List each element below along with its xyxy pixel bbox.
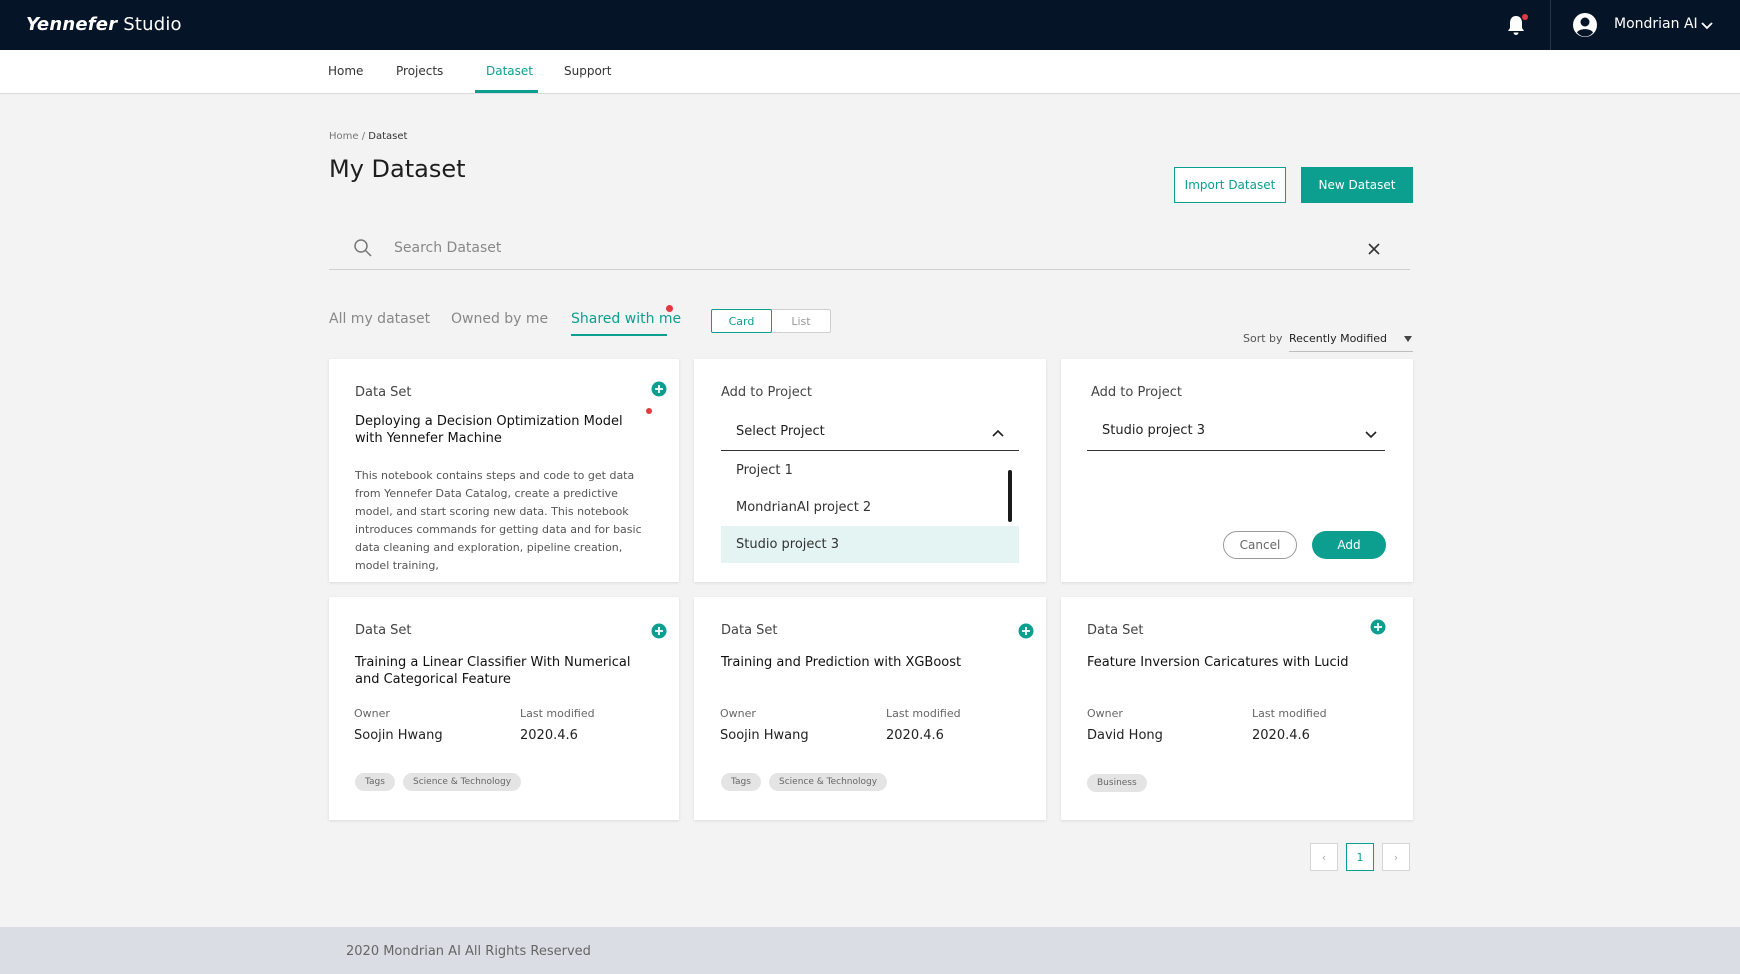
nav-projects[interactable]: Projects (396, 64, 443, 78)
owner-label: Owner (354, 707, 390, 720)
filter-active-indicator (571, 334, 667, 336)
project-options-list: Project 1 MondrianAI project 2 Studio pr… (721, 452, 1019, 564)
add-to-project-heading: Add to Project (1091, 385, 1182, 400)
card-type: Data Set (721, 623, 778, 638)
nav-active-indicator (475, 90, 538, 93)
project-option-selected[interactable]: Studio project 3 (721, 526, 1019, 563)
project-option[interactable]: Project 1 (721, 452, 1019, 489)
topbar-divider (1550, 0, 1551, 50)
owner-value: Soojin Hwang (720, 728, 809, 743)
card-title[interactable]: Training and Prediction with XGBoost (721, 654, 1021, 671)
search-input[interactable] (394, 236, 1294, 260)
prev-page-button[interactable]: ‹ (1310, 843, 1338, 871)
last-modified-value: 2020.4.6 (1252, 728, 1310, 743)
owner-label: Owner (1087, 707, 1123, 720)
app-logo[interactable]: Yennefer Studio (26, 14, 182, 35)
footer: 2020 Mondrian AI All Rights Reserved (0, 927, 1740, 974)
view-list-button[interactable]: List (772, 310, 830, 332)
owner-value: David Hong (1087, 728, 1163, 743)
notification-dot (1522, 14, 1528, 20)
top-bar: Yennefer Studio Mondrian AI (0, 0, 1740, 50)
plus-circle-icon[interactable] (1018, 623, 1034, 639)
project-select-value: Select Project (736, 424, 825, 439)
tag-chip[interactable]: Science & Technology (403, 773, 522, 791)
footer-copyright: 2020 Mondrian AI All Rights Reserved (346, 944, 591, 959)
breadcrumb-current: Dataset (368, 131, 408, 142)
last-modified-label: Last modified (1252, 707, 1327, 720)
chevron-down-icon[interactable] (1700, 18, 1714, 32)
last-modified-value: 2020.4.6 (520, 728, 578, 743)
tag-chip[interactable]: Tags (355, 773, 395, 791)
tag-chip[interactable]: Science & Technology (769, 773, 888, 791)
sort-select[interactable]: Recently Modified (1289, 328, 1413, 352)
options-scrollbar[interactable] (1008, 470, 1012, 522)
import-dataset-button[interactable]: Import Dataset (1174, 167, 1286, 203)
card-title[interactable]: Deploying a Decision Optimization Model … (355, 413, 651, 447)
dataset-card[interactable]: Data Set Feature Inversion Caricatures w… (1061, 597, 1413, 820)
breadcrumb-home[interactable]: Home (329, 131, 359, 142)
project-select[interactable]: Studio project 3 (1087, 415, 1385, 451)
chevron-down-icon (1365, 431, 1377, 439)
breadcrumb: Home / Dataset (329, 131, 407, 142)
card-title[interactable]: Training a Linear Classifier With Numeri… (355, 654, 655, 688)
add-to-project-card: Add to Project Studio project 3 Cancel A… (1061, 359, 1413, 582)
tag-chip[interactable]: Tags (721, 773, 761, 791)
sort-value: Recently Modified (1289, 332, 1388, 345)
page-1-button[interactable]: 1 (1346, 843, 1374, 871)
card-type: Data Set (1087, 623, 1144, 638)
plus-circle-icon[interactable] (651, 623, 667, 639)
filter-all-my-dataset[interactable]: All my dataset (329, 311, 430, 327)
new-dataset-button[interactable]: New Dataset (1301, 167, 1413, 203)
breadcrumb-separator: / (358, 131, 369, 142)
add-to-project-card: Add to Project Select Project Project 1 … (694, 359, 1046, 582)
last-modified-label: Last modified (886, 707, 961, 720)
nav-home[interactable]: Home (328, 64, 363, 78)
project-option[interactable]: MondrianAI project 2 (721, 489, 1019, 526)
nav-dataset[interactable]: Dataset (486, 64, 533, 78)
logo-text: Studio (123, 14, 182, 35)
nav-support[interactable]: Support (564, 64, 611, 78)
logo-script: Yennefer (26, 14, 118, 35)
view-card-button[interactable]: Card (711, 309, 772, 333)
dataset-card[interactable]: Data Set Training a Linear Classifier Wi… (329, 597, 679, 820)
project-select[interactable]: Select Project (721, 415, 1019, 451)
last-modified-label: Last modified (520, 707, 595, 720)
card-type: Data Set (355, 623, 412, 638)
next-page-button[interactable]: › (1382, 843, 1410, 871)
filter-owned-by-me[interactable]: Owned by me (451, 311, 548, 327)
caret-down-icon (1404, 336, 1412, 342)
card-title[interactable]: Feature Inversion Caricatures with Lucid (1087, 654, 1387, 671)
notification-dot (666, 305, 673, 312)
last-modified-value: 2020.4.6 (886, 728, 944, 743)
card-description: This notebook contains steps and code to… (355, 469, 642, 572)
dataset-card[interactable]: Data Set Deploying a Decision Optimizati… (329, 359, 679, 582)
chevron-up-icon (992, 429, 1004, 437)
cancel-button[interactable]: Cancel (1223, 531, 1297, 559)
owner-label: Owner (720, 707, 756, 720)
plus-circle-icon[interactable] (1370, 619, 1386, 635)
add-to-project-heading: Add to Project (721, 385, 812, 400)
notification-dot (646, 408, 652, 414)
main-nav: Home Projects Dataset Support (0, 50, 1740, 94)
view-toggle: Card List (711, 309, 831, 333)
user-avatar-icon[interactable] (1572, 12, 1598, 38)
add-button[interactable]: Add (1312, 531, 1386, 559)
search-icon (354, 239, 372, 257)
sort-label: Sort by (1243, 332, 1283, 345)
filter-shared-with-me[interactable]: Shared with me (571, 311, 681, 327)
close-icon[interactable] (1365, 240, 1383, 258)
page-title: My Dataset (329, 155, 466, 183)
project-select-value: Studio project 3 (1102, 423, 1206, 438)
plus-circle-icon[interactable] (651, 381, 667, 397)
owner-value: Soojin Hwang (354, 728, 443, 743)
user-name[interactable]: Mondrian AI (1614, 16, 1698, 32)
dataset-card[interactable]: Data Set Training and Prediction with XG… (694, 597, 1046, 820)
tag-chip[interactable]: Business (1087, 774, 1147, 792)
search-bar (329, 228, 1410, 270)
card-type: Data Set (355, 385, 412, 400)
